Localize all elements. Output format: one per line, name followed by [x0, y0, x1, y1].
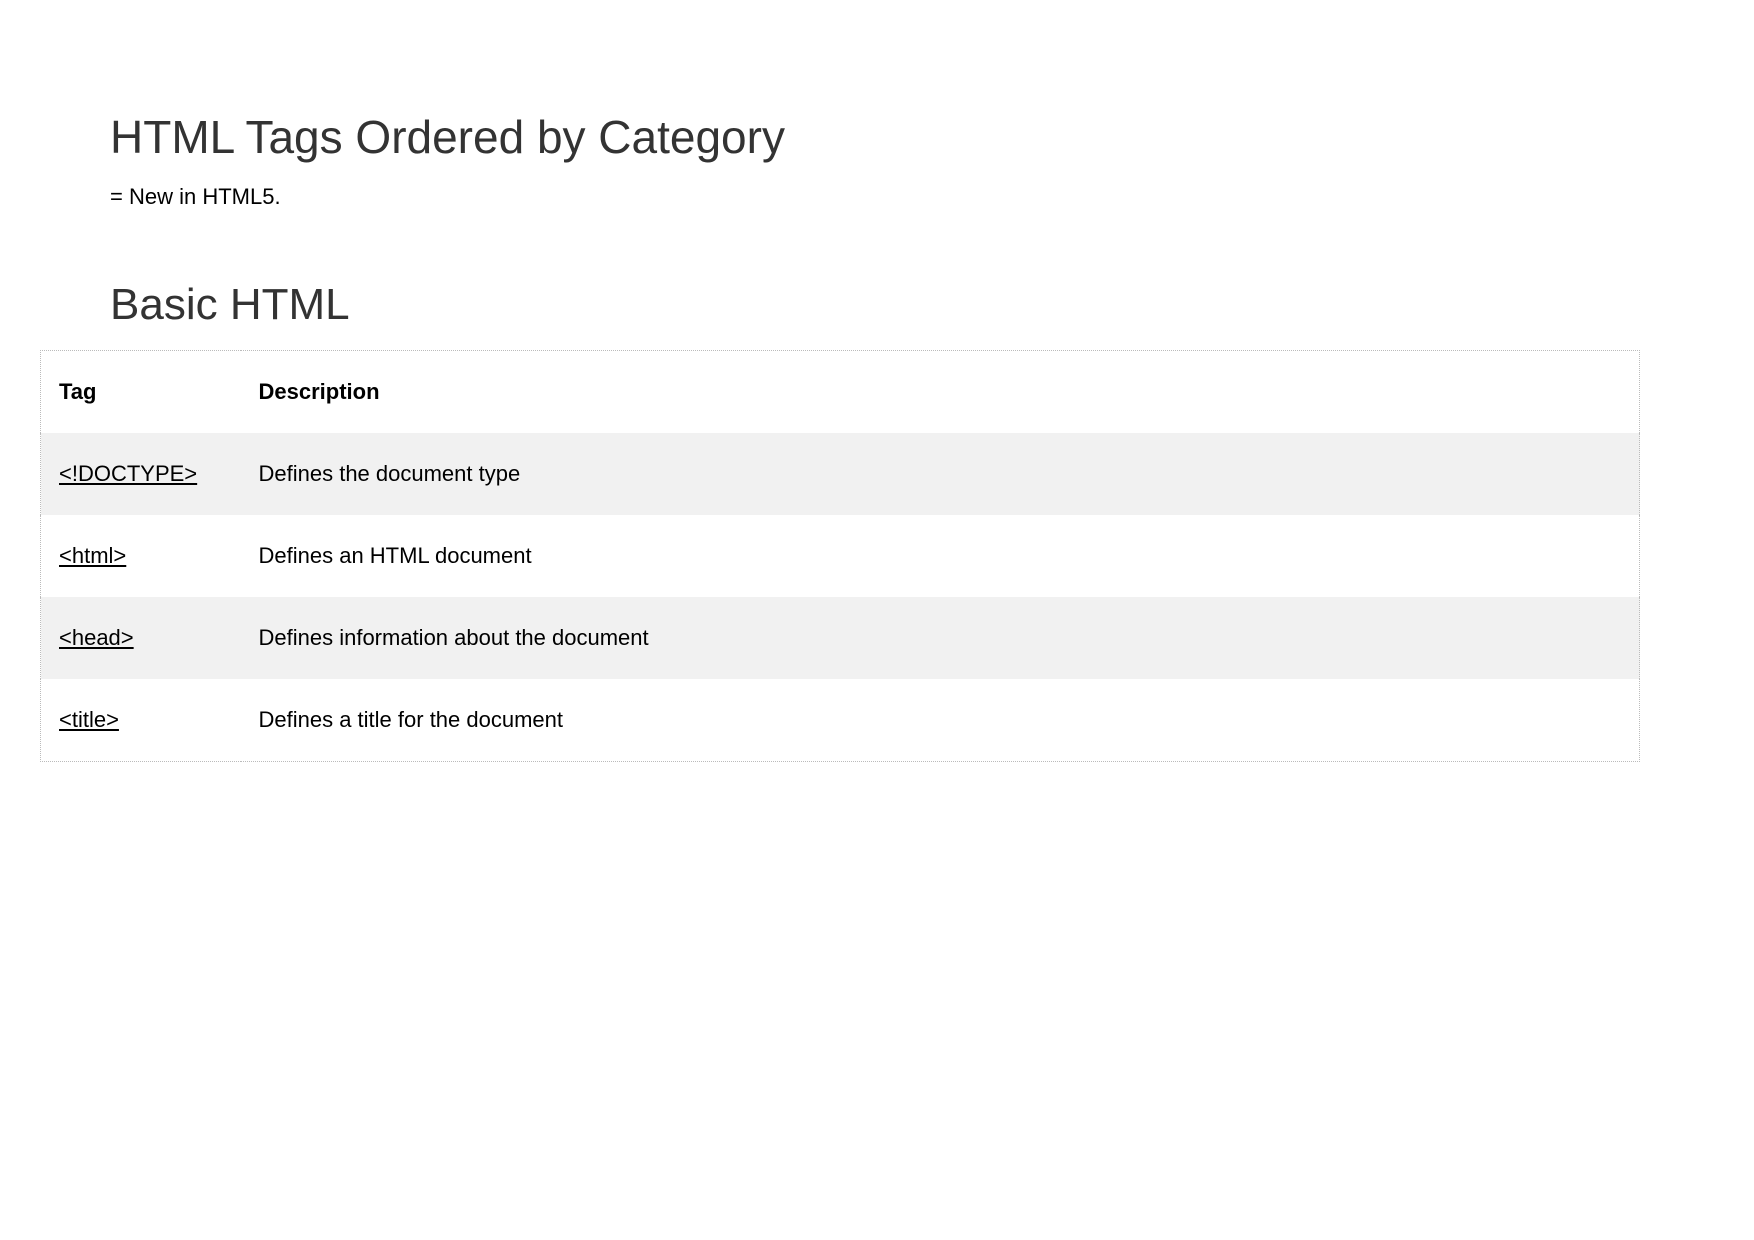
table-row: <title> Defines a title for the document [41, 679, 1640, 762]
tag-description: Defines a title for the document [241, 679, 1640, 762]
table-row: <head> Defines information about the doc… [41, 597, 1640, 679]
tag-description: Defines information about the document [241, 597, 1640, 679]
tag-link[interactable]: <!DOCTYPE> [59, 461, 197, 486]
col-header-description: Description [241, 351, 1640, 434]
page-title: HTML Tags Ordered by Category [110, 110, 1714, 164]
col-header-tag: Tag [41, 351, 241, 434]
html5-note: = New in HTML5. [110, 184, 1714, 210]
tag-description: Defines the document type [241, 433, 1640, 515]
tag-description: Defines an HTML document [241, 515, 1640, 597]
tag-link[interactable]: <head> [59, 625, 134, 650]
tag-link[interactable]: <html> [59, 543, 126, 568]
tag-link[interactable]: <title> [59, 707, 119, 732]
section-heading-basic-html: Basic HTML [110, 280, 1714, 330]
reference-table: Tag Description <!DOCTYPE> Defines the d… [40, 350, 1640, 762]
table-header-row: Tag Description [41, 351, 1640, 434]
table-row: <!DOCTYPE> Defines the document type [41, 433, 1640, 515]
table-row: <html> Defines an HTML document [41, 515, 1640, 597]
